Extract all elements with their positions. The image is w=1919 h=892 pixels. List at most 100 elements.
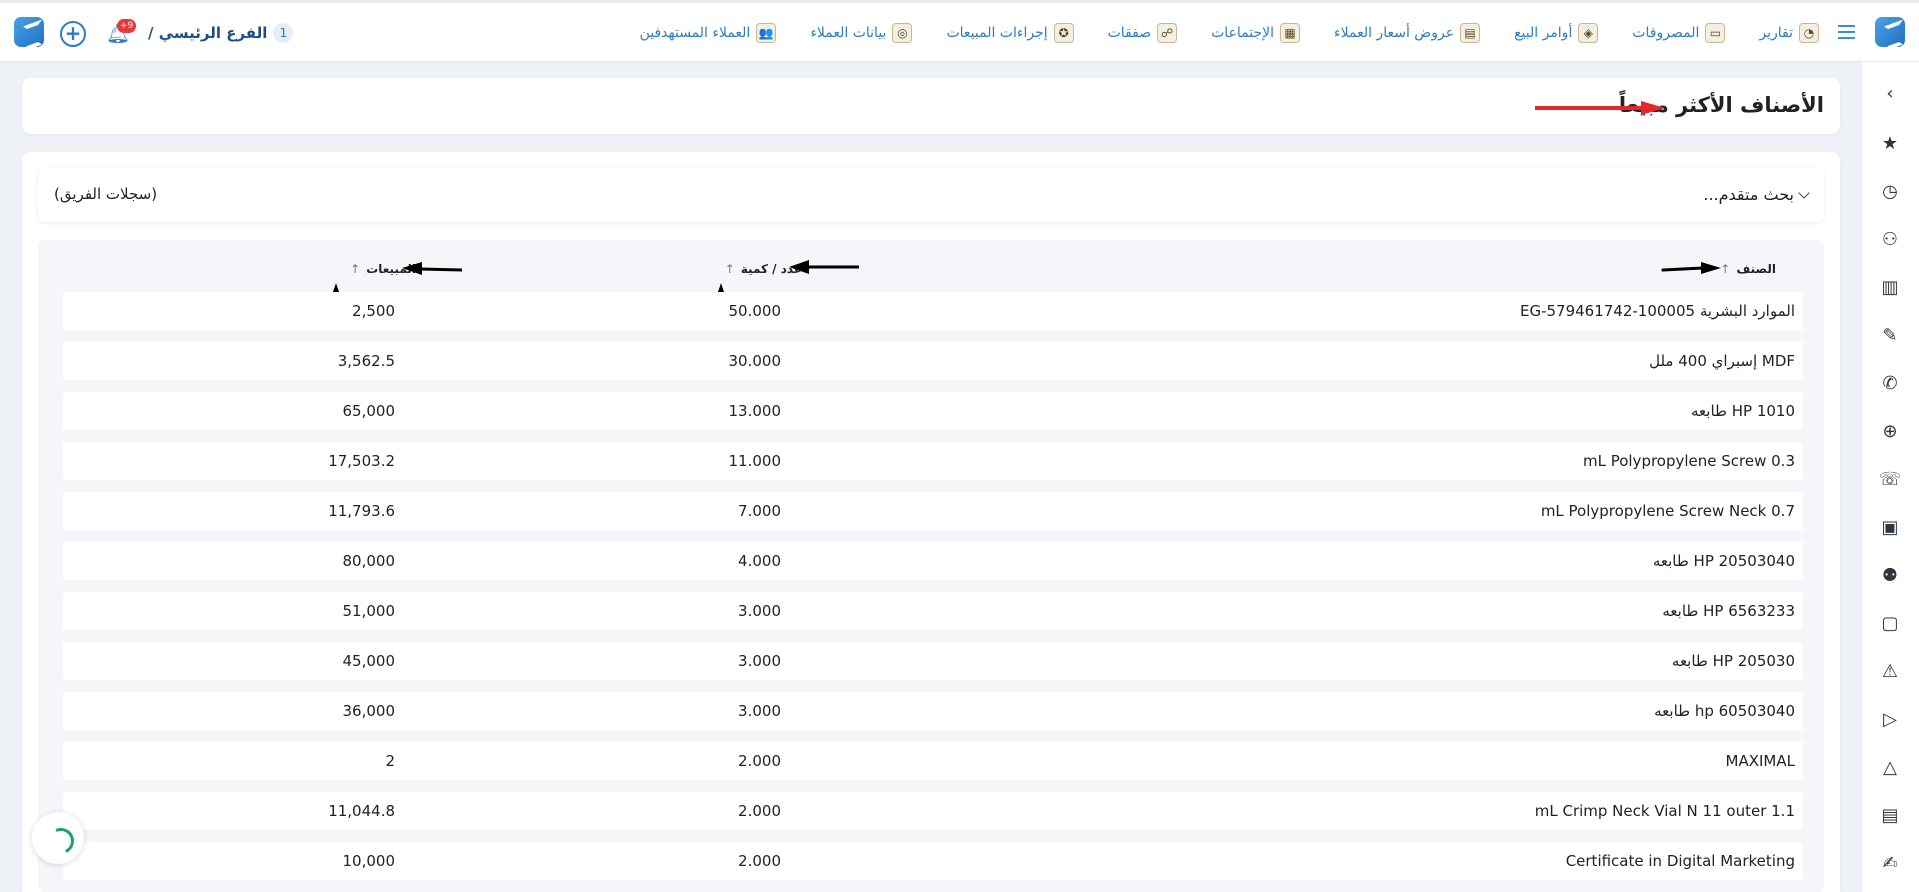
nav-quotes[interactable]: ▤ عروض أسعار العملاء: [1334, 23, 1481, 43]
table-row[interactable]: إسبراي 400 ملل MDF 30.000 3,562.5: [63, 342, 1803, 380]
warning-icon[interactable]: ⚠: [1878, 660, 1902, 684]
sales-actions-icon: ✪: [1053, 23, 1074, 43]
advanced-search-bar[interactable]: بحث متقدم... (سجلات الفريق): [38, 168, 1824, 222]
nav-label: أوامر البيع: [1514, 25, 1573, 41]
expenses-icon: ▭: [1705, 23, 1726, 43]
quantity-cell: 7.000: [738, 502, 781, 520]
nav-label: الإجتماعات: [1211, 25, 1275, 41]
quotes-icon: ▤: [1460, 23, 1481, 43]
nav-label: المصروفات: [1632, 25, 1700, 41]
menu-hamburger-icon[interactable]: [1838, 25, 1855, 39]
item-cell: Certificate in Digital Marketing: [1565, 852, 1795, 870]
team-records-label: (سجلات الفريق): [54, 185, 158, 203]
annotation-red-arrow: [1535, 101, 1665, 115]
secondary-logo-icon[interactable]: [14, 17, 44, 47]
loading-spinner-icon: [32, 812, 84, 864]
table-row[interactable]: mL Polypropylene Screw Neck 0.7 7.000 11…: [63, 492, 1803, 530]
nav-label: العملاء المستهدفين: [639, 25, 751, 41]
chevron-left-icon[interactable]: ‹: [1878, 82, 1902, 106]
customer-data-icon: ◎: [892, 23, 913, 43]
table-row[interactable]: mL Polypropylene Screw 0.3 11.000 17,503…: [63, 442, 1803, 480]
report-card: بحث متقدم... (سجلات الفريق) الصنف ↑ عدد …: [22, 152, 1840, 892]
table-row[interactable]: EG-579461742-100005 الموارد البشرية 50.0…: [63, 292, 1803, 330]
deals-icon: ☍: [1157, 23, 1178, 43]
sales-cell: 17,503.2: [328, 452, 395, 470]
item-cell: طابعه HP 6563233: [1662, 602, 1795, 620]
sales-cell: 11,793.6: [328, 502, 395, 520]
nav-label: إجراءات المبيعات: [946, 25, 1048, 41]
quantity-cell: 2.000: [738, 852, 781, 870]
table-row[interactable]: طابعه HP 20503040 4.000 80,000: [63, 542, 1803, 580]
item-cell: mL Crimp Neck Vial N 11 outer 1.1: [1534, 802, 1795, 820]
top-bar: 👥 العملاء المستهدفين ◎ بيانات العملاء ✪ …: [0, 0, 1919, 62]
nav-label: عروض أسعار العملاء: [1334, 25, 1455, 41]
calendar-clock-icon[interactable]: ▣: [1878, 516, 1902, 540]
item-cell: طابعه hp 60503040: [1654, 702, 1795, 720]
nav-expenses[interactable]: ▭ المصروفات: [1632, 23, 1726, 43]
table-row[interactable]: طابعه HP 6563233 3.000 51,000: [63, 592, 1803, 630]
users-icon[interactable]: ⚇: [1878, 228, 1902, 252]
quantity-cell: 30.000: [728, 352, 782, 370]
nav-deals[interactable]: ☍ صفقات: [1108, 23, 1178, 43]
nav-customer-data[interactable]: ◎ بيانات العملاء: [810, 23, 913, 43]
pen-tool-icon[interactable]: ✎: [1878, 324, 1902, 348]
sales-cell: 51,000: [342, 602, 396, 620]
invoice-icon[interactable]: ▤: [1878, 804, 1902, 828]
nav-label: بيانات العملاء: [810, 25, 887, 41]
item-cell: طابعه HP 20503040: [1652, 552, 1795, 570]
sort-arrow-icon[interactable]: ↑: [725, 262, 735, 276]
nav-sales-actions[interactable]: ✪ إجراءات المبيعات: [946, 23, 1074, 43]
item-cell: EG-579461742-100005 الموارد البشرية: [1519, 302, 1795, 320]
annotation-arrow-right: [1661, 262, 1721, 274]
advanced-search-label: بحث متقدم...: [1703, 185, 1794, 204]
money-icon[interactable]: ▢: [1878, 612, 1902, 636]
building-icon[interactable]: ▥: [1878, 276, 1902, 300]
column-header-item[interactable]: الصنف ↑: [1720, 262, 1776, 276]
meetings-icon: ▦: [1280, 23, 1301, 43]
table-row[interactable]: طابعه HP 1010 13.000 65,000: [63, 392, 1803, 430]
sales-cell: 65,000: [342, 402, 396, 420]
mountain-icon[interactable]: △: [1878, 756, 1902, 780]
sort-arrow-icon[interactable]: ↑: [350, 262, 360, 276]
phone-icon[interactable]: ✆: [1878, 372, 1902, 396]
sales-cell: 3,562.5: [337, 352, 395, 370]
item-cell: إسبراي 400 ملل MDF: [1649, 352, 1795, 370]
table-row[interactable]: MAXIMAL 2.000 2: [63, 742, 1803, 780]
nav-sales-orders[interactable]: ◈ أوامر البيع: [1514, 23, 1599, 43]
star-icon[interactable]: ★: [1878, 132, 1902, 156]
team-icon[interactable]: ⚉: [1878, 564, 1902, 588]
page-header-card: الأصناف الأكثر مبيعاً: [22, 78, 1840, 134]
branch-selector[interactable]: 1 الفرع الرئيسي /: [148, 23, 294, 43]
dashboard-gauge-icon[interactable]: ◷: [1878, 180, 1902, 204]
sales-cell: 11,044.8: [328, 802, 395, 820]
table-row[interactable]: طابعه hp 60503040 3.000 36,000: [63, 692, 1803, 730]
nav-meetings[interactable]: ▦ الإجتماعات: [1211, 23, 1301, 43]
annotation-arrow-left: [402, 262, 462, 275]
sales-cell: 36,000: [342, 702, 396, 720]
quantity-cell: 13.000: [728, 402, 782, 420]
advanced-search-toggle[interactable]: بحث متقدم...: [1703, 185, 1810, 204]
sales-cell: 2,500: [352, 302, 395, 320]
main-nav: 👥 العملاء المستهدفين ◎ بيانات العملاء ✪ …: [606, 3, 1819, 63]
signature-icon[interactable]: ✍: [1878, 852, 1902, 876]
table-row[interactable]: mL Crimp Neck Vial N 11 outer 1.1 2.000 …: [63, 792, 1803, 830]
video-icon[interactable]: ▷: [1878, 708, 1902, 732]
quantity-cell: 2.000: [738, 752, 781, 770]
table-row[interactable]: Certificate in Digital Marketing 2.000 1…: [63, 842, 1803, 880]
nav-reports[interactable]: ◔ تقارير: [1759, 23, 1819, 43]
table-row[interactable]: طابعه HP 205030 3.000 45,000: [63, 642, 1803, 680]
quantity-cell: 4.000: [738, 552, 781, 570]
branch-number-badge: 1: [273, 23, 294, 43]
nav-label: تقارير: [1759, 25, 1793, 41]
nav-label: صفقات: [1107, 25, 1152, 41]
location-target-icon[interactable]: ⊕: [1878, 420, 1902, 444]
notification-count-badge: +9: [117, 19, 137, 33]
sort-arrow-icon[interactable]: ↑: [1720, 262, 1730, 276]
item-cell: mL Polypropylene Screw 0.3: [1582, 452, 1795, 470]
sales-cell: 45,000: [342, 652, 396, 670]
nav-target-customers[interactable]: 👥 العملاء المستهدفين: [640, 23, 777, 43]
target-customers-icon: 👥: [756, 23, 777, 43]
add-new-button[interactable]: +: [60, 21, 86, 47]
telephone-icon[interactable]: ☏: [1878, 468, 1902, 492]
app-logo-icon[interactable]: [1875, 17, 1905, 47]
